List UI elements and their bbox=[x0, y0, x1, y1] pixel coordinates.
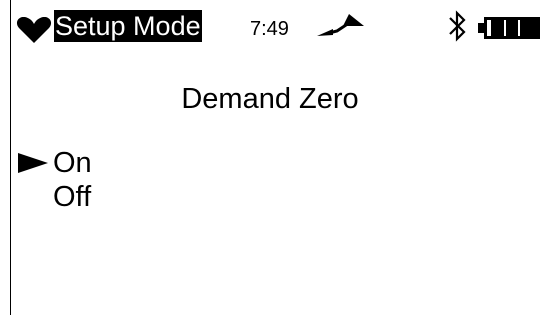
clock-time: 7:49 bbox=[250, 18, 289, 40]
page-title: Demand Zero bbox=[181, 83, 359, 115]
bluetooth-icon bbox=[449, 10, 466, 42]
battery-icon bbox=[478, 17, 540, 39]
selection-pointer-icon bbox=[18, 153, 48, 173]
option-label: On bbox=[53, 147, 92, 179]
signal-icon bbox=[317, 14, 364, 36]
option-list: On Off bbox=[0, 146, 540, 214]
option-label: Off bbox=[53, 181, 92, 213]
option-off[interactable]: Off bbox=[0, 180, 540, 214]
status-bar: Setup Mode 7:49 bbox=[0, 0, 540, 44]
heart-icon bbox=[16, 17, 52, 43]
mode-badge: Setup Mode bbox=[54, 10, 202, 42]
option-on[interactable]: On bbox=[0, 146, 540, 180]
device-screen: Setup Mode 7:49 Demand Zero On Off bbox=[0, 0, 540, 315]
